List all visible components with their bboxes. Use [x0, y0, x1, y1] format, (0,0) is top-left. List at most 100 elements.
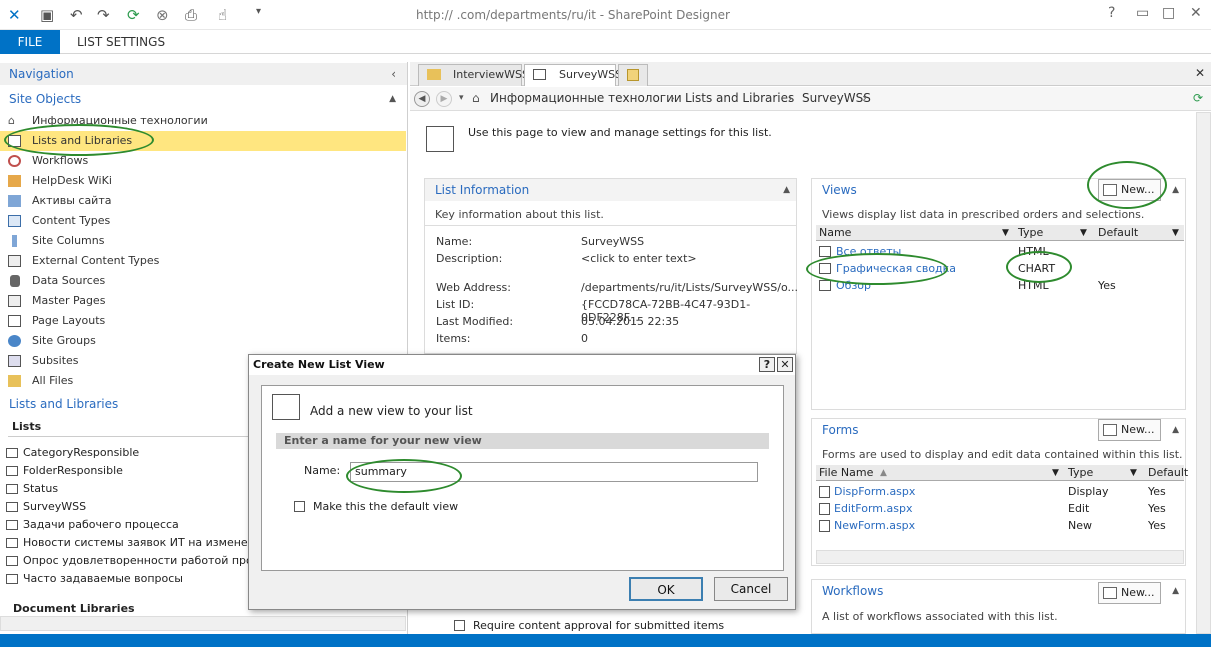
list-settings-tab[interactable]: LIST SETTINGS — [77, 30, 165, 54]
col-default-dropdown-icon[interactable]: ▼ — [1172, 225, 1179, 241]
table-row[interactable]: Все ответы HTML — [816, 243, 1184, 260]
tab-surveywss[interactable]: SurveyWSS — [524, 64, 622, 86]
chevron-up-icon[interactable]: ▲ — [783, 179, 790, 201]
table-row[interactable]: EditForm.aspx Edit Yes — [816, 500, 1184, 517]
default-view-checkbox[interactable] — [294, 501, 305, 512]
save-icon[interactable]: ▣ — [40, 6, 54, 24]
nav-item-helpdesk-wiki[interactable]: HelpDesk WiKi — [0, 171, 406, 191]
touch-mode-icon[interactable]: ☝ — [218, 6, 227, 24]
collapse-nav-icon[interactable]: ‹ — [391, 63, 396, 85]
refresh-icon[interactable]: ⟳ — [127, 6, 140, 24]
content-approval-label: Require content approval for submitted i… — [473, 619, 725, 632]
form-name[interactable]: DispForm.aspx — [834, 485, 915, 498]
window-title: http:// .com/departments/ru/it - SharePo… — [416, 8, 730, 22]
maximize-icon[interactable]: □ — [1162, 5, 1175, 21]
forms-horizontal-scrollbar[interactable] — [816, 550, 1184, 564]
ok-button[interactable]: OK — [629, 577, 703, 601]
view-name[interactable]: Все ответы — [836, 245, 901, 258]
chevron-up-icon[interactable]: ▲ — [1172, 179, 1179, 201]
col-type-dropdown-icon[interactable]: ▼ — [1130, 465, 1137, 481]
breadcrumb-current[interactable]: SurveyWSS — [802, 87, 871, 110]
file-tab[interactable]: FILE — [0, 30, 60, 54]
chevron-up-icon[interactable]: ▲ — [389, 88, 396, 110]
tab-interviewwss[interactable]: InterviewWSS — [418, 64, 529, 86]
nav-item-external-content-types[interactable]: External Content Types — [0, 251, 406, 271]
cancel-button[interactable]: Cancel — [714, 577, 788, 601]
col-type-dropdown-icon[interactable]: ▼ — [1080, 225, 1087, 241]
col-default[interactable]: Default — [1148, 465, 1188, 481]
nav-item-content-types[interactable]: Content Types — [0, 211, 406, 231]
dialog-help-button[interactable]: ? — [759, 357, 775, 372]
content-vertical-scrollbar[interactable] — [1196, 112, 1211, 634]
close-icon[interactable]: ✕ — [1190, 5, 1202, 21]
name-value[interactable]: SurveyWSS — [581, 235, 644, 248]
create-view-dialog: Create New List View ? ✕ Add a new view … — [248, 354, 796, 610]
list-item[interactable]: Новости системы заявок ИТ на изменение — [0, 534, 250, 552]
list-item[interactable]: Задачи рабочего процесса — [0, 516, 250, 534]
default-view-label: Make this the default view — [313, 500, 459, 513]
view-name[interactable]: Обзор — [836, 279, 871, 292]
new-form-button[interactable]: New... — [1098, 419, 1162, 441]
col-name[interactable]: Name — [819, 225, 851, 241]
list-item[interactable]: Часто задаваемые вопросы — [0, 570, 250, 588]
nav-item-workflows[interactable]: Workflows — [0, 151, 406, 171]
nav-item-lists-libraries[interactable]: Lists and Libraries — [0, 131, 406, 151]
list-item[interactable]: SurveyWSS — [0, 498, 250, 516]
undo-icon[interactable]: ↶ — [70, 6, 83, 24]
table-row[interactable]: Графическая сводка CHART — [816, 260, 1184, 277]
col-type[interactable]: Type — [1018, 225, 1043, 241]
list-icon — [6, 484, 18, 494]
nav-item-assets[interactable]: Активы сайта — [0, 191, 406, 211]
stop-icon[interactable]: ⊗ — [156, 6, 169, 24]
new-workflow-button[interactable]: New... — [1098, 582, 1162, 604]
list-item[interactable]: FolderResponsible — [0, 462, 250, 480]
col-file-name[interactable]: File Name — [819, 465, 873, 481]
history-dropdown-icon[interactable]: ▾ — [459, 87, 464, 110]
preview-icon[interactable]: ⎙ — [185, 6, 197, 24]
view-name[interactable]: Графическая сводка — [836, 262, 956, 275]
list-item[interactable]: Опрос удовлетворенности работой программ — [0, 552, 250, 570]
back-icon[interactable]: ◀ — [414, 91, 430, 107]
col-type[interactable]: Type — [1068, 465, 1093, 481]
col-default[interactable]: Default — [1098, 225, 1138, 241]
form-icon — [819, 520, 830, 532]
chevron-up-icon[interactable]: ▲ — [1172, 580, 1179, 602]
table-row[interactable]: NewForm.aspx New Yes — [816, 517, 1184, 534]
new-tab-button[interactable] — [618, 64, 648, 86]
form-name[interactable]: EditForm.aspx — [834, 502, 912, 515]
views-panel: Views ▲ New... Views display list data in… — [811, 178, 1186, 410]
form-default: Yes — [1148, 502, 1166, 515]
nav-horizontal-scrollbar[interactable] — [0, 616, 406, 631]
redo-icon[interactable]: ↷ — [97, 6, 110, 24]
content-approval-checkbox[interactable] — [454, 620, 465, 631]
view-name-input[interactable]: summary — [350, 462, 758, 482]
list-item[interactable]: Status — [0, 480, 250, 498]
description-label: Description: — [436, 252, 503, 265]
forward-icon[interactable]: ▶ — [436, 91, 452, 107]
help-icon[interactable]: ? — [1108, 5, 1115, 21]
nav-item-data-sources[interactable]: Data Sources — [0, 271, 406, 291]
breadcrumb-site[interactable]: Информационные технологии — [490, 87, 682, 110]
list-item[interactable]: CategoryResponsible — [0, 444, 250, 462]
refresh-icon[interactable]: ⟳ — [1193, 87, 1203, 110]
form-name[interactable]: NewForm.aspx — [834, 519, 915, 532]
table-row[interactable]: DispForm.aspx Display Yes — [816, 483, 1184, 500]
restore-icon[interactable]: ▭ — [1136, 5, 1149, 21]
col-file-name-dropdown-icon[interactable]: ▼ — [1052, 465, 1059, 481]
nav-item-master-pages[interactable]: Master Pages — [0, 291, 406, 311]
list-icon — [6, 466, 18, 476]
site-objects-header[interactable]: Site Objects ▲ — [0, 88, 407, 110]
customize-toolbar-icon[interactable]: ▾ — [256, 6, 261, 17]
breadcrumb-lists[interactable]: Lists and Libraries — [685, 87, 794, 110]
description-value[interactable]: <click to enter text> — [581, 252, 697, 265]
col-name-dropdown-icon[interactable]: ▼ — [1002, 225, 1009, 241]
nav-item-site-groups[interactable]: Site Groups — [0, 331, 406, 351]
close-tab-icon[interactable]: ✕ — [1195, 66, 1205, 80]
table-row[interactable]: Обзор HTML Yes — [816, 277, 1184, 294]
chevron-up-icon[interactable]: ▲ — [1172, 419, 1179, 441]
nav-item-page-layouts[interactable]: Page Layouts — [0, 311, 406, 331]
nav-item-site-columns[interactable]: Site Columns — [0, 231, 406, 251]
nav-item-site[interactable]: ⌂ Информационные технологии — [0, 111, 406, 131]
new-view-button[interactable]: New... — [1098, 179, 1162, 201]
dialog-close-button[interactable]: ✕ — [777, 357, 793, 372]
